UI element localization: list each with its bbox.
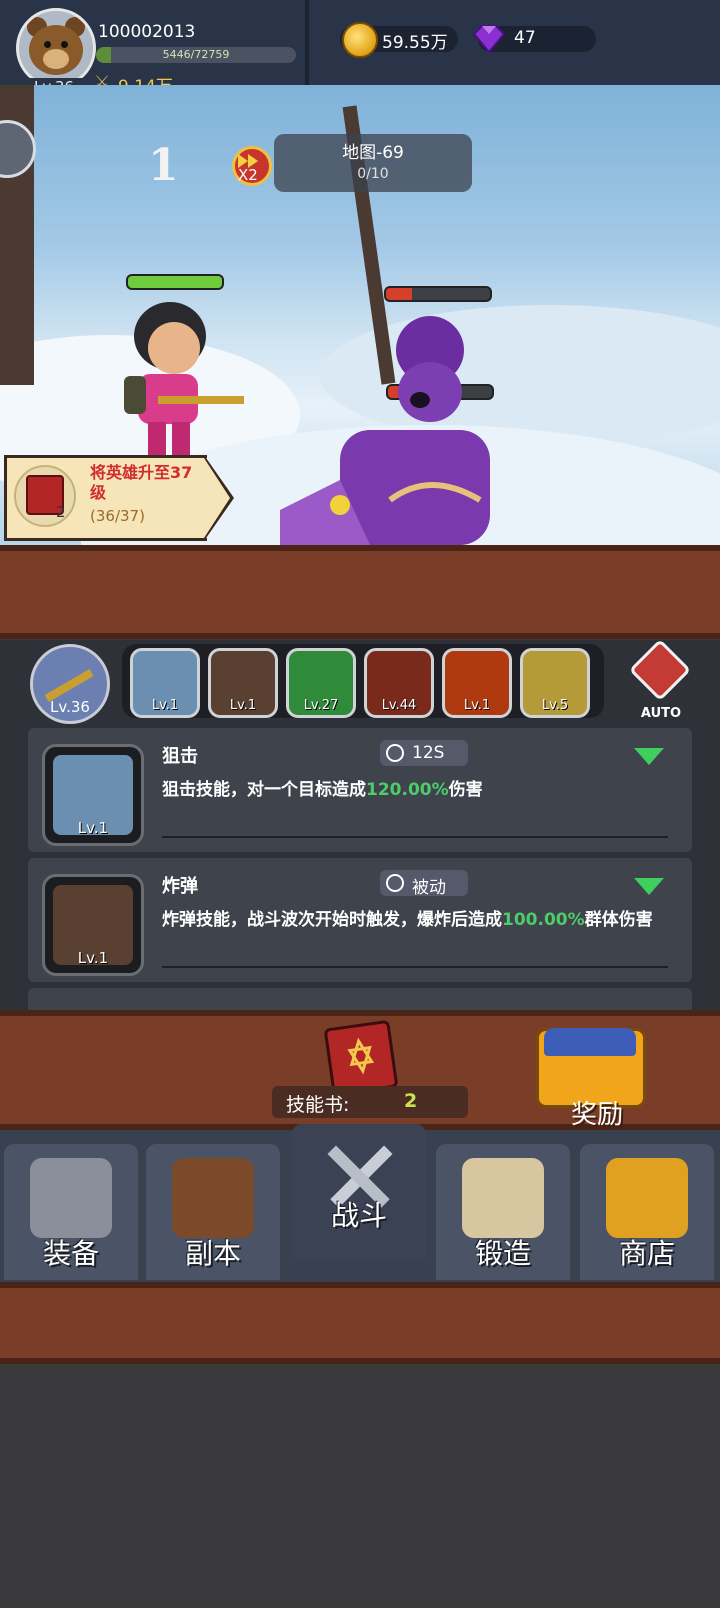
player-id: 100002013: [98, 22, 196, 42]
expand-arrow-icon[interactable]: [634, 878, 664, 895]
skill-name: 炸弹: [162, 876, 198, 897]
skill-description: 狙击技能，对一个目标造成120.00%伤害: [162, 778, 682, 802]
nav-equipment[interactable]: 装备: [4, 1144, 138, 1280]
skill-desc-text: 群体伤害: [584, 910, 653, 930]
skill-icon-frame: Lv.1: [42, 744, 144, 846]
wave-number: 1: [148, 140, 179, 191]
skill-desc-text: 狙击技能，对一个目标造成: [162, 780, 366, 800]
skill-divider: [162, 966, 668, 968]
skill-card[interactable]: Lv.1 炸弹 被动 炸弹技能，战斗波次开始时触发，爆炸后造成100.00%群体…: [28, 858, 692, 982]
helmet-icon: [30, 1158, 112, 1238]
hero-hp-fill: [128, 276, 222, 288]
skill-cooldown-text: 被动: [412, 878, 446, 898]
hero-character: [124, 302, 244, 456]
skill-description: 炸弹技能，战斗波次开始时触发，爆炸后造成100.00%群体伤害: [162, 908, 682, 932]
player-avatar[interactable]: [16, 8, 96, 88]
skill-cooldown-text: 12S: [412, 743, 445, 763]
xp-text: 5446/72759: [162, 48, 230, 61]
quest-progress: (36/37): [90, 507, 145, 525]
nav-shop-label: 商店: [618, 1237, 675, 1270]
skill-divider: [162, 836, 668, 838]
shop-icon: [606, 1158, 688, 1238]
skill-icon-frame: Lv.1: [42, 874, 144, 976]
nav-battle-label: 战斗: [330, 1199, 387, 1232]
skill-book-label: 技能书:: [286, 1094, 350, 1116]
nav-equipment-label: 装备: [42, 1237, 99, 1270]
scroll-hammer-icon: [462, 1158, 544, 1238]
quest-panel[interactable]: 2 将英雄升至37级 (36/37): [4, 455, 234, 541]
star-emblem-icon: [347, 1037, 375, 1075]
skill-level: Lv.1: [77, 949, 109, 967]
map-name: 地图-69: [342, 143, 404, 163]
skill-name: 狙击: [162, 746, 198, 767]
nav-dungeon-label: 副本: [184, 1237, 241, 1270]
nav-forge-label: 锻造: [474, 1237, 531, 1270]
map-progress: 0/10: [357, 166, 389, 182]
bear-eye: [44, 41, 51, 48]
speed-label: X2: [238, 166, 258, 184]
skill-cooldown: 被动: [380, 870, 468, 898]
treasure-chest-lid: [544, 1028, 636, 1056]
nav-forge[interactable]: 锻造: [436, 1144, 570, 1280]
bear-snout: [43, 49, 69, 69]
enemy-hp-bar: [384, 286, 492, 302]
gold-coin-icon: [342, 22, 378, 58]
refresh-icon: [628, 638, 692, 702]
quest-panel-arrow-inner: [204, 458, 230, 538]
skill-book-count: 2: [404, 1090, 418, 1112]
nav-dungeon[interactable]: 副本: [146, 1144, 280, 1280]
skill-card[interactable]: Lv.1 狙击 12S 狙击技能，对一个目标造成120.00%伤害: [28, 728, 692, 852]
purple-gem-icon: [472, 25, 506, 54]
gold-amount: 59.55万: [382, 33, 448, 53]
quest-title: 将英雄升至37级: [90, 463, 193, 502]
bear-eye: [61, 41, 68, 48]
skill-list[interactable]: Lv.1 狙击 12S 狙击技能，对一个目标造成120.00%伤害 Lv.1 炸…: [0, 700, 720, 1010]
reward-label[interactable]: 奖励: [542, 1094, 652, 1131]
skill-desc-text: 伤害: [448, 780, 483, 800]
expand-arrow-icon[interactable]: [634, 748, 664, 765]
sword-shield-icon: [172, 1158, 254, 1238]
auto-button[interactable]: [628, 638, 692, 702]
clock-icon: [386, 874, 404, 892]
quest-reward-count: 2: [56, 503, 66, 521]
enemy-medusa: [280, 316, 490, 545]
skill-book-icon[interactable]: [323, 1019, 399, 1097]
skill-desc-value: 100.00%: [502, 910, 585, 930]
gem-amount: 47: [514, 28, 536, 48]
xp-bar: 5446/72759: [96, 47, 296, 63]
hero-hp-bar: [126, 274, 224, 290]
skill-card[interactable]: [28, 988, 692, 1010]
skill-cooldown: 12S: [380, 740, 468, 766]
skill-desc-value: 120.00%: [366, 780, 449, 800]
skill-desc-text: 炸弹技能，战斗波次开始时触发，爆炸后造成: [162, 910, 502, 930]
clock-icon: [386, 744, 404, 762]
nav-shop[interactable]: 商店: [580, 1144, 714, 1280]
skill-level: Lv.1: [77, 819, 109, 837]
wood-divider: [0, 545, 720, 639]
wood-divider: [0, 1282, 720, 1364]
enemy-hp-fill: [386, 288, 412, 300]
nav-battle[interactable]: 战斗: [292, 1124, 426, 1260]
